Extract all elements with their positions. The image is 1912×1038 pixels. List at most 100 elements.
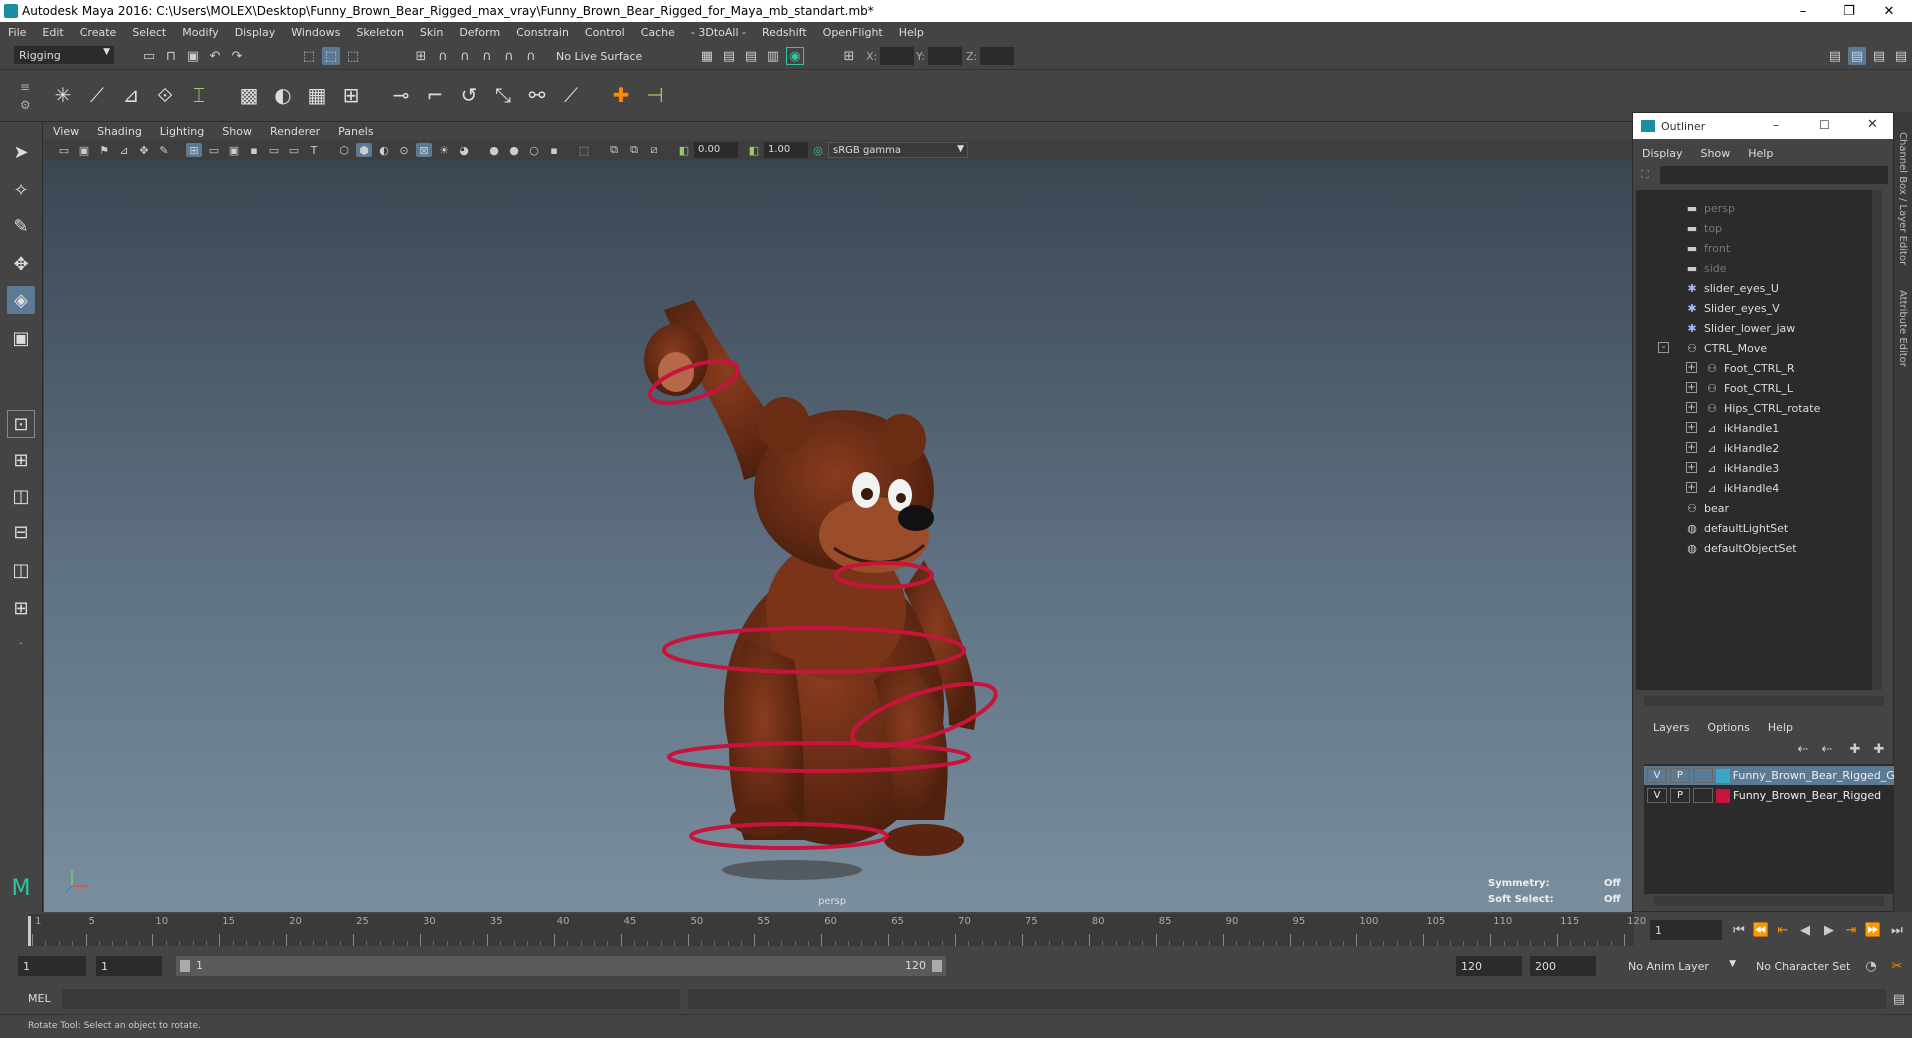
ik-handle-tool-icon[interactable]: ⌶ [184,78,214,112]
depth-of-field-icon[interactable]: ▪ [546,143,562,157]
pole-vector-icon[interactable]: ⟋ [556,78,586,112]
outliner-item[interactable]: ✱ slider_eyes_U [1686,278,1779,298]
menu-display[interactable]: Display [227,26,284,39]
layer-menu-help[interactable]: Help [1759,721,1802,734]
range-end-handle[interactable] [932,960,942,972]
snap-surface-icon[interactable]: ∩ [500,47,518,65]
layer-color-swatch[interactable] [1716,788,1730,803]
layer-playback-toggle[interactable]: P [1669,768,1690,783]
layout-menu-icon[interactable]: · [7,630,35,658]
outliner-menu-show[interactable]: Show [1692,147,1740,160]
layer-playback-toggle[interactable]: P [1670,788,1690,803]
expand-icon[interactable]: + [1686,422,1697,433]
minimize-icon[interactable]: – [1773,118,1779,132]
menu-file[interactable]: File [0,26,34,39]
cluster-icon[interactable]: ⊞ [336,78,366,112]
layer-horizontal-scrollbar[interactable] [1654,896,1884,906]
use-all-lights-icon[interactable]: ☀ [436,143,452,157]
current-time-marker[interactable] [28,916,31,946]
camera-select-icon[interactable]: ▭ [56,143,72,157]
layer-visibility-toggle[interactable]: V [1647,788,1667,803]
ipr-render-icon[interactable]: ▤ [742,47,760,65]
side-by-side-layout-icon[interactable]: ◫ [7,482,35,510]
filter-icon[interactable]: ⛶ [1641,168,1649,182]
new-layer-selected-icon[interactable]: ✚ [1870,740,1888,758]
expand-icon[interactable]: + [1686,362,1697,373]
attribute-editor-toggle-icon[interactable]: ▤ [1870,47,1888,65]
time-ruler[interactable]: 1 5 10 15 20 25 30 35 40 45 50 55 60 65 70 75 80 85 90 95 10… [28,914,1646,946]
two-d-pan-icon[interactable]: ✥ [136,143,152,157]
panel-menu-view[interactable]: View [44,125,88,138]
auto-key-icon[interactable]: ◔ [1862,957,1880,975]
new-layer-icon[interactable]: ✚ [1846,740,1864,758]
shelf-settings-icon[interactable]: ⚙ [20,98,31,112]
layer-row[interactable]: V P Funny_Brown_Bear_Rigged [1644,786,1894,805]
layer-visibility-toggle[interactable]: V [1647,768,1667,783]
outliner-menu-display[interactable]: Display [1633,147,1692,160]
render-settings-icon[interactable]: ▦ [698,47,716,65]
select-hierarchy-icon[interactable]: ⬚ [300,47,318,65]
maximize-icon[interactable]: ☐ [1819,118,1830,132]
shelf-menu-icon[interactable]: ≡ [20,80,30,94]
step-back-key-icon[interactable]: ⇤ [1774,921,1792,939]
move-tool-icon[interactable]: ✥ [7,250,35,278]
scale-tool-icon[interactable]: ▣ [7,324,35,352]
menu-control[interactable]: Control [577,26,633,39]
panel-menu-show[interactable]: Show [213,125,261,138]
orient-constraint-icon[interactable]: ↺ [454,78,484,112]
select-tool-icon[interactable]: ➤ [7,138,35,166]
create-handle-icon[interactable]: ⊣ [640,78,670,112]
command-input[interactable] [62,989,680,1009]
exposure-field[interactable]: 0.00 [694,142,738,158]
menu-select[interactable]: Select [124,26,174,39]
bind-skin-icon[interactable]: ▩ [234,78,264,112]
play-forwards-icon[interactable]: ▶ [1820,921,1838,939]
outliner-search-input[interactable] [1660,166,1888,184]
outliner-item[interactable]: ◍ defaultLightSet [1686,518,1788,538]
menu-3dtoall[interactable]: - 3DtoAll - [683,26,754,39]
outliner-item[interactable]: + ⊿ ikHandle4 [1686,478,1779,498]
anti-aliasing-icon[interactable]: ○ [526,143,542,157]
animation-prefs-icon[interactable]: ✂ [1888,957,1906,975]
snap-point-icon[interactable]: ∩ [456,47,474,65]
menu-constrain[interactable]: Constrain [508,26,577,39]
new-scene-icon[interactable]: ▭ [140,47,158,65]
undo-icon[interactable]: ↶ [206,47,224,65]
save-scene-icon[interactable]: ▣ [184,47,202,65]
resolution-gate-icon[interactable]: ▣ [226,143,242,157]
expand-icon[interactable]: + [1686,402,1697,413]
rotate-tool-icon[interactable]: ◈ [7,286,35,314]
outliner-item[interactable]: - ⚇ CTRL_Move [1658,338,1767,358]
outliner-item[interactable]: ▬ front [1686,238,1730,258]
range-slider[interactable]: 1 120 [176,956,946,976]
y-field[interactable] [928,47,962,65]
safe-title-icon[interactable]: T [306,143,322,157]
menu-skeleton[interactable]: Skeleton [348,26,412,39]
expand-icon[interactable]: + [1686,442,1697,453]
xray-joints-icon[interactable]: ⧉ [626,143,642,157]
layer-menu-layers[interactable]: Layers [1644,721,1698,734]
panel-menu-panels[interactable]: Panels [329,125,382,138]
modeling-toolkit-icon[interactable]: ▤ [1826,47,1844,65]
isolate-select-icon[interactable]: ⬚ [576,143,592,157]
go-to-start-icon[interactable]: ⏮ [1730,921,1748,939]
select-object-icon[interactable]: ⬚ [322,47,340,65]
outliner-item[interactable]: ✱ Slider_lower_jaw [1686,318,1795,338]
expand-icon[interactable]: + [1686,482,1697,493]
film-gate-icon[interactable]: ▭ [206,143,222,157]
character-set-select[interactable]: No Character Set [1744,956,1868,976]
menu-openflight[interactable]: OpenFlight [815,26,891,39]
open-scene-icon[interactable]: ⊓ [162,47,180,65]
menu-help[interactable]: Help [891,26,932,39]
menu-cache[interactable]: Cache [633,26,683,39]
playback-end-field[interactable]: 120 [1456,956,1522,976]
anim-start-field[interactable]: 1 [18,956,86,976]
outliner-tree[interactable]: ▬ persp ▬ top ▬ front ▬ side ✱ slider_eyes_U ✱ Slid… [1636,190,1882,690]
bookmark-icon[interactable]: ⚑ [96,143,112,157]
insert-joint-icon[interactable]: ⟋ [82,78,112,112]
layer-color-swatch[interactable] [1715,768,1730,783]
gamma-icon[interactable]: ◧ [746,143,762,157]
paint-weights-icon[interactable]: ◐ [268,78,298,112]
layer-type-toggle[interactable] [1693,788,1713,803]
menu-deform[interactable]: Deform [451,26,508,39]
